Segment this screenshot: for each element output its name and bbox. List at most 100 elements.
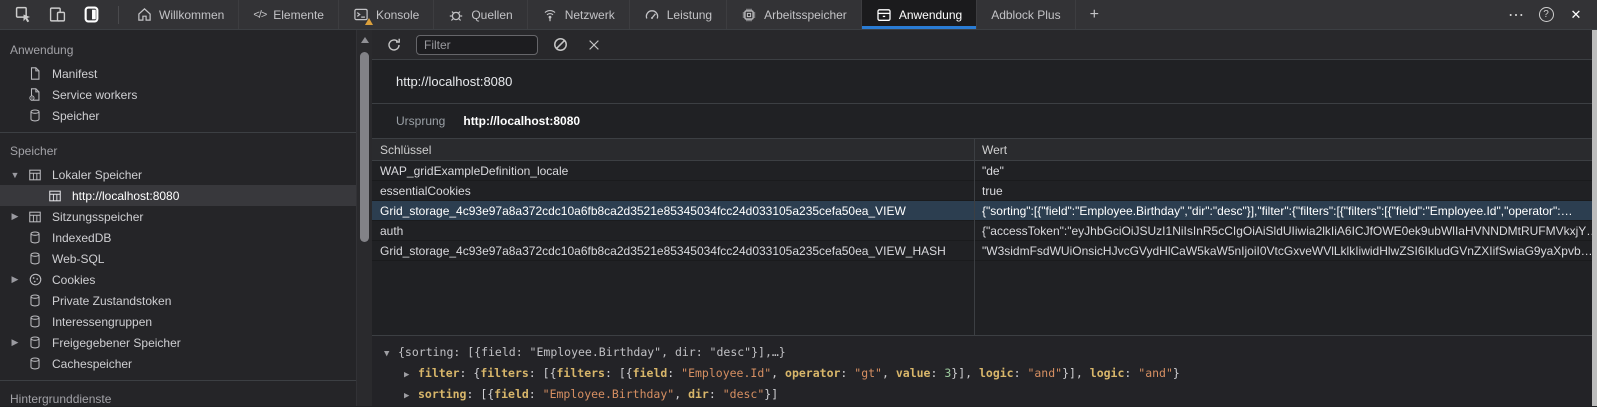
tab-label: Elemente [273, 8, 324, 22]
row-key: essentialCookies [372, 184, 974, 198]
sidebar-item-private-zustandstoken[interactable]: Private Zustandstoken [0, 290, 356, 311]
refresh-icon[interactable] [382, 33, 406, 57]
close-icon[interactable]: ✕ [1561, 2, 1591, 28]
sidebar-item-freigegebener-speicher[interactable]: ▶ Freigegebener Speicher [0, 332, 356, 353]
twisty-expanded-icon[interactable]: ▼ [384, 345, 398, 364]
database-icon [28, 314, 44, 330]
sidebar-item-label: Speicher [52, 109, 99, 123]
sidebar-item-label: Interessengruppen [52, 315, 152, 329]
sidebar-item-service-workers[interactable]: Service workers [0, 84, 356, 105]
memory-icon [741, 7, 757, 23]
toolbar-separator [118, 6, 119, 24]
sidebar-item-sitzungsspeicher[interactable]: ▶ Sitzungsspeicher [0, 206, 356, 227]
row-value: "W3sidmFsdWUiOnsicHJvcGVydHlCaW5kaW5nIjo… [974, 244, 1592, 258]
focus-panel-icon[interactable] [76, 2, 106, 28]
table-row[interactable]: WAP_gridExampleDefinition_locale "de" [372, 161, 1592, 181]
console-icon [353, 7, 369, 22]
sidebar-item-manifest[interactable]: Manifest [0, 63, 356, 84]
toolbar-icon-group [0, 0, 114, 29]
scroll-up-arrow-icon[interactable] [361, 37, 369, 43]
filter-input[interactable] [416, 35, 538, 55]
tab-arbeitsspeicher[interactable]: Arbeitsspeicher [726, 0, 861, 29]
storage-panel-toolbar [372, 30, 1592, 60]
main-panel-scrollbar[interactable] [1592, 30, 1597, 406]
column-header-value[interactable]: Wert [974, 143, 1592, 157]
sidebar-item-indexeddb[interactable]: IndexedDB [0, 227, 356, 248]
tab-elemente[interactable]: </> Elemente [238, 0, 338, 29]
sidebar-item-label: Lokaler Speicher [52, 168, 142, 182]
console-warning-badge [365, 18, 373, 25]
sidebar-item-lokaler-speicher[interactable]: ▼ Lokaler Speicher [0, 164, 356, 185]
tab-label: Netzwerk [565, 8, 615, 22]
origin-label: Ursprung [396, 114, 445, 128]
database-icon [28, 230, 44, 246]
more-icon[interactable]: ⋯ [1501, 2, 1531, 28]
value-preview-pane: ▼{sorting: [{field: "Employee.Birthday",… [372, 335, 1592, 406]
sidebar-scrollbar[interactable] [356, 30, 372, 406]
tab-label: Arbeitsspeicher [764, 8, 847, 22]
twisty-collapsed-icon[interactable]: ▶ [8, 211, 22, 222]
database-icon [28, 335, 44, 351]
database-icon [28, 108, 44, 124]
preview-root-line[interactable]: ▼{sorting: [{field: "Employee.Birthday",… [384, 343, 1592, 364]
tab-label: Anwendung [899, 8, 962, 22]
devtools-toolbar: Willkommen </> Elemente Konsole Quellen … [0, 0, 1597, 30]
sidebar-item-web-sql[interactable]: Web-SQL [0, 248, 356, 269]
inspect-icon[interactable] [8, 2, 38, 28]
sidebar-item-speicher[interactable]: Speicher [0, 105, 356, 126]
tab-quellen[interactable]: Quellen [433, 0, 526, 29]
sidebar-item-label: Sitzungsspeicher [52, 210, 143, 224]
clear-icon[interactable] [548, 33, 572, 57]
add-tab-button[interactable]: + [1075, 0, 1113, 29]
section-title-speicher: Speicher [0, 139, 356, 164]
sidebar-item-cachespeicher[interactable]: Cachespeicher [0, 353, 356, 374]
tab-leistung[interactable]: Leistung [629, 0, 726, 29]
service-worker-icon [28, 87, 44, 103]
tab-anwendung[interactable]: Anwendung [861, 0, 976, 29]
sidebar-item-interessengruppen[interactable]: Interessengruppen [0, 311, 356, 332]
database-icon [28, 251, 44, 267]
cookie-icon [28, 272, 44, 288]
table-row-selected[interactable]: Grid_storage_4c93e97a8a372cdc10a6fb8ca2d… [372, 201, 1592, 221]
file-icon [28, 66, 44, 82]
scrollbar-thumb[interactable] [360, 52, 369, 242]
home-icon [137, 7, 152, 22]
column-divider[interactable] [974, 139, 975, 335]
delete-icon[interactable] [582, 33, 606, 57]
column-header-key[interactable]: Schlüssel [372, 143, 974, 157]
table-row[interactable]: Grid_storage_4c93e97a8a372cdc10a6fb8ca2d… [372, 241, 1592, 261]
tab-label: Leistung [667, 8, 712, 22]
table-row[interactable]: essentialCookies true [372, 181, 1592, 201]
sidebar-item-label: Cookies [52, 273, 95, 287]
application-sidebar: Anwendung Manifest Service workers Speic… [0, 30, 356, 406]
row-value: {"accessToken":"eyJhbGciOiJSUzI1NiIsInR5… [974, 224, 1592, 238]
twisty-collapsed-icon[interactable]: ▶ [8, 337, 22, 348]
tab-konsole[interactable]: Konsole [338, 0, 433, 29]
datagrid-empty-area [372, 261, 1592, 335]
origin-value[interactable]: http://localhost:8080 [463, 114, 580, 128]
twisty-expanded-icon[interactable]: ▼ [8, 170, 22, 180]
sidebar-item-cookies[interactable]: ▶ Cookies [0, 269, 356, 290]
twisty-collapsed-icon[interactable]: ▶ [404, 366, 418, 385]
preview-sorting-line[interactable]: ▶sorting: [{field: "Employee.Birthday", … [384, 385, 1592, 406]
device-toolbar-icon[interactable] [42, 2, 72, 28]
sidebar-item-localhost-8080[interactable]: http://localhost:8080 [0, 185, 356, 206]
tab-willkommen[interactable]: Willkommen [123, 0, 238, 29]
help-icon[interactable]: ? [1531, 2, 1561, 28]
table-row[interactable]: auth {"accessToken":"eyJhbGciOiJSUzI1NiI… [372, 221, 1592, 241]
section-title-hintergrunddienste: Hintergrunddienste [0, 387, 356, 406]
twisty-collapsed-icon[interactable]: ▶ [8, 274, 22, 285]
table-icon [28, 209, 44, 225]
tab-netzwerk[interactable]: Netzwerk [527, 0, 629, 29]
datagrid-header: Schlüssel Wert [372, 139, 1592, 161]
row-value: true [974, 184, 1592, 198]
twisty-collapsed-icon[interactable]: ▶ [404, 387, 418, 406]
tab-label: Willkommen [159, 8, 224, 22]
preview-filter-line[interactable]: ▶filter: {filters: [{filters: [{field: "… [384, 364, 1592, 385]
local-storage-panel: http://localhost:8080 Ursprung http://lo… [372, 30, 1592, 406]
tab-adblock-plus[interactable]: Adblock Plus [976, 0, 1074, 29]
sidebar-item-label: Service workers [52, 88, 137, 102]
table-icon [28, 167, 44, 183]
database-icon [28, 356, 44, 372]
application-icon [876, 7, 892, 23]
